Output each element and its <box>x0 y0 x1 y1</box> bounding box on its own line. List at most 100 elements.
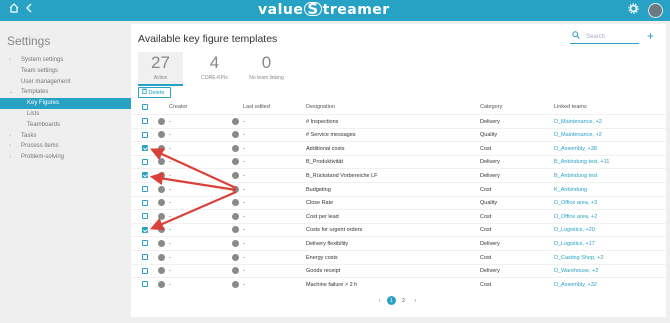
row-checkbox[interactable] <box>142 267 148 274</box>
designation-cell[interactable]: Costs for urgent orders <box>306 227 362 233</box>
linked-teams-link[interactable]: D_Warehouse, +2 <box>554 268 598 274</box>
sidebar-item-teamboards[interactable]: Teamboards <box>0 120 131 131</box>
stat-no-team-linking[interactable]: 0 No team linking <box>244 52 289 86</box>
select-all-checkbox[interactable] <box>142 104 148 110</box>
table-row[interactable]: - - Cost per lead Cost D_Office area, +2 <box>131 209 666 223</box>
column-linked-teams[interactable]: Linked teams <box>554 104 587 110</box>
designation-cell[interactable]: Close Rate <box>306 200 333 206</box>
designation-cell[interactable]: Energy costs <box>306 255 338 261</box>
sidebar-item-key-figures[interactable]: Key Figures <box>0 98 131 109</box>
home-icon[interactable] <box>9 3 19 17</box>
sidebar-item-tasks[interactable]: › Tasks <box>0 131 131 142</box>
designation-cell[interactable]: Additional costs <box>306 146 345 152</box>
sidebar-item-lists[interactable]: Lists <box>0 109 131 120</box>
designation-cell[interactable]: B_Produktivität <box>306 159 343 165</box>
delete-button[interactable]: Delete <box>138 87 171 98</box>
row-checkbox[interactable] <box>142 281 148 288</box>
sidebar-item-templates[interactable]: ⌄ Templates <box>0 87 131 98</box>
linked-teams-link[interactable]: B_Anbindung test, +11 <box>554 159 609 165</box>
creator-cell: - <box>169 159 171 166</box>
search-icon <box>572 31 580 41</box>
table-row[interactable]: - - Close Rate Quality D_Office area, +3 <box>131 195 666 210</box>
page-2-button[interactable]: 2 <box>399 296 408 305</box>
category-cell: Quality <box>480 200 498 207</box>
row-checkbox[interactable] <box>142 199 148 206</box>
column-creator[interactable]: Creator <box>169 104 187 110</box>
linked-teams-link[interactable]: D_Assembly, +38 <box>554 146 597 152</box>
sidebar-item-user-management[interactable]: User management <box>0 77 131 88</box>
category-cell: Cost <box>480 213 492 220</box>
chevron-left-icon[interactable] <box>25 3 33 17</box>
creator-cell: - <box>169 145 171 152</box>
sidebar-item-problem-solving[interactable]: › Problem-solving <box>0 152 131 163</box>
creator-avatar <box>158 239 165 247</box>
designation-cell[interactable]: # Service messages <box>306 132 356 138</box>
linked-teams-link[interactable]: D_Casting Shop, +2 <box>554 255 603 261</box>
table-row[interactable]: - - B_Produktivität Delivery B_Anbindung tes… <box>131 154 666 169</box>
creator-cell: - <box>169 132 171 139</box>
sidebar-item-process-items[interactable]: › Process items <box>0 141 131 152</box>
row-checkbox[interactable] <box>142 172 148 179</box>
creator-cell: - <box>169 200 171 207</box>
avatar[interactable] <box>648 3 663 18</box>
linked-teams-link[interactable]: D_Maintenance, +2 <box>554 132 602 138</box>
designation-cell[interactable]: # Inspections <box>306 119 338 125</box>
row-checkbox[interactable] <box>142 186 148 192</box>
creator-cell: - <box>169 240 171 247</box>
sidebar-item-team-settings[interactable]: Team settings <box>0 66 131 77</box>
row-checkbox[interactable] <box>142 131 148 138</box>
row-checkbox[interactable] <box>142 118 148 124</box>
designation-cell[interactable]: B_Rückstand Vorbereiche LF <box>306 173 378 179</box>
designation-cell[interactable]: Budgeting <box>306 187 331 193</box>
linked-teams-link[interactable]: D_Assembly, +32 <box>554 282 597 288</box>
category-cell: Delivery <box>480 268 500 275</box>
table-row[interactable]: - - Budgeting Cost K_Anbindung <box>131 182 666 196</box>
designation-cell[interactable]: Goods receipt <box>306 268 340 274</box>
editor-avatar <box>232 253 239 261</box>
chevron-right-icon: › <box>9 143 11 150</box>
column-last-edited[interactable]: Last edited <box>243 104 270 110</box>
table-row[interactable]: - - Energy costs Cost D_Casting Shop, +2 <box>131 250 666 264</box>
column-category[interactable]: Category <box>480 104 502 110</box>
next-page-button[interactable]: › <box>411 296 420 305</box>
linked-teams-link[interactable]: D_Logistics, +20 <box>554 227 595 233</box>
editor-avatar <box>232 226 239 234</box>
stat-core-kpis[interactable]: 4 CORE-KPIs <box>192 52 237 86</box>
table-row[interactable]: - - Machine failure > 2 h Cost D_Assembly, +… <box>131 277 666 291</box>
last-edited-cell: - <box>243 186 245 193</box>
creator-cell: - <box>169 118 171 125</box>
designation-cell[interactable]: Delivery flexibility <box>306 241 348 247</box>
editor-avatar <box>232 117 239 125</box>
table-row[interactable]: - - # Service messages Quality D_Maintenance… <box>131 127 666 142</box>
creator-avatar <box>158 144 165 152</box>
linked-teams-link[interactable]: D_Office area, +3 <box>554 200 597 206</box>
search-input[interactable]: Search <box>570 31 639 44</box>
table-row[interactable]: - - Delivery flexibility Delivery D_Logistic… <box>131 236 666 250</box>
gear-icon[interactable] <box>628 3 639 18</box>
linked-teams-link[interactable]: D_Office area, +2 <box>554 214 597 220</box>
row-checkbox[interactable] <box>142 240 148 247</box>
table-row[interactable]: - - Costs for urgent orders Cost D_Logistics… <box>131 222 666 237</box>
row-checkbox[interactable] <box>142 145 148 152</box>
row-checkbox[interactable] <box>142 158 148 165</box>
designation-cell[interactable]: Machine failure > 2 h <box>306 282 357 288</box>
table-row[interactable]: - - B_Rückstand Vorbereiche LF Delivery B_An… <box>131 168 666 182</box>
table-row[interactable]: - - Additional costs Cost D_Assembly, +38 <box>131 141 666 155</box>
stat-active[interactable]: 27 Active <box>138 52 183 86</box>
designation-cell[interactable]: Cost per lead <box>306 214 339 220</box>
linked-teams-link[interactable]: D_Logistics, +17 <box>554 241 595 247</box>
sidebar-item-system-settings[interactable]: › System settings <box>0 55 131 66</box>
row-checkbox[interactable] <box>142 254 148 260</box>
row-checkbox[interactable] <box>142 213 148 220</box>
row-checkbox[interactable] <box>142 226 148 233</box>
linked-teams-link[interactable]: D_Maintenance, +2 <box>554 119 602 125</box>
creator-avatar <box>158 212 165 220</box>
column-designation[interactable]: Designation <box>306 104 335 110</box>
linked-teams-link[interactable]: B_Anbindung test <box>554 173 597 179</box>
table-row[interactable]: - - Goods receipt Delivery D_Warehouse, +2 <box>131 263 666 278</box>
table-row[interactable]: - - # Inspections Delivery D_Maintenance, +2 <box>131 114 666 128</box>
linked-teams-link[interactable]: K_Anbindung <box>554 187 587 193</box>
page-1-button[interactable]: 1 <box>387 296 396 305</box>
prev-page-button[interactable]: ‹ <box>375 296 384 305</box>
add-template-button[interactable]: + <box>647 30 654 42</box>
